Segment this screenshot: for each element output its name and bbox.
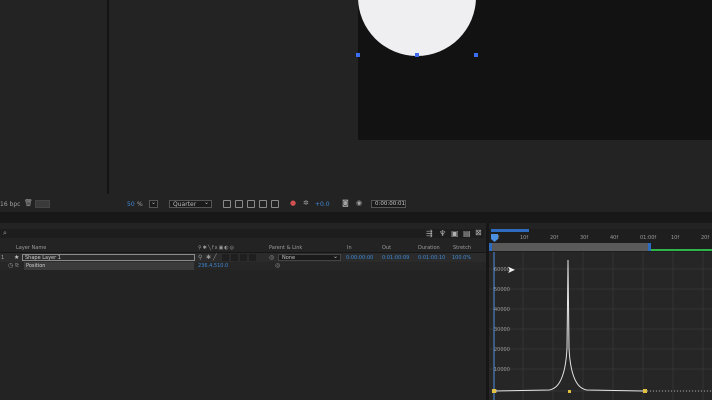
property-name: Position [26, 263, 46, 269]
keyframe-start[interactable] [492, 389, 496, 393]
resolution-value: Quarter [173, 201, 197, 208]
graph-value-label: 20000 [494, 347, 510, 353]
shy-layers-icon[interactable]: ▣ [451, 229, 459, 238]
layer-row[interactable]: 1 ★ Shape Layer 1 ⚲ ✱ ╱ ◎ None ⌄ 0:00:00… [0, 253, 488, 262]
pick-whip-icon[interactable]: ◎ [269, 254, 274, 261]
graph-editor-canvas: 6000050000400003000020000100000 [489, 252, 712, 400]
chevron-down-icon: ⌄ [332, 253, 338, 260]
adjustment-switch[interactable] [249, 254, 256, 261]
collapse-switch-icon[interactable]: ✱ [206, 254, 211, 261]
mouse-cursor-icon: ➤ [507, 265, 516, 276]
layer-index: 1 [1, 255, 5, 261]
timeline-search-field[interactable]: ⌕ [0, 229, 484, 238]
parent-link-header[interactable]: Parent & Link [269, 245, 302, 251]
property-pick-whip-icon[interactable]: ◎ [275, 262, 280, 269]
timeline-switches: ⇶ ♆ ▣ ▤ ⊠ [424, 228, 488, 239]
mask-visibility-icon[interactable] [247, 200, 255, 208]
work-area-start-handle[interactable] [489, 243, 492, 251]
project-panel [0, 0, 108, 212]
graph-editor-icon[interactable]: ⊠ [475, 228, 482, 237]
trash-icon[interactable]: 🗑 [24, 199, 33, 207]
frame-blend-switch[interactable] [231, 254, 238, 261]
navigator-bar[interactable] [491, 229, 529, 232]
transparency-grid-icon[interactable] [235, 200, 243, 208]
property-value[interactable]: 236.4,510.0 [198, 263, 228, 269]
switches-header-icons: ⚲✱╲fx▣◐◎ [198, 245, 236, 251]
shape-layer-star-icon: ★ [14, 254, 20, 261]
color-management-icon[interactable]: ● [290, 199, 296, 207]
color-swatch[interactable] [35, 200, 50, 208]
time-ruler[interactable]: 00f10f20f30f40f01:00f10f20f [489, 229, 712, 252]
work-area-end-handle[interactable] [648, 243, 651, 251]
layer-stretch[interactable]: 100.0% [452, 255, 471, 261]
shy-switch-icon[interactable]: ⚲ [198, 254, 202, 261]
graph-editor[interactable]: 6000050000400003000020000100000 [489, 252, 712, 400]
exposure-value[interactable]: +0.0 [315, 201, 330, 208]
out-header[interactable]: Out [382, 245, 391, 251]
bounding-handle[interactable] [474, 53, 478, 57]
frame-blending-icon[interactable]: ▤ [463, 229, 471, 238]
timecode-value: 0:00:00:01 [375, 201, 406, 207]
speed-graph-curve[interactable] [492, 259, 645, 392]
stretch-header[interactable]: Stretch [453, 245, 471, 251]
work-area-bar[interactable] [491, 243, 649, 251]
bpc-label[interactable]: 16 bpc [0, 201, 20, 208]
graph-value-label: 30000 [494, 327, 510, 333]
zoom-dropdown[interactable]: ⌄ [149, 199, 158, 208]
chevron-down-icon: ⌄ [203, 199, 209, 206]
composition-mini-flowchart-icon[interactable]: ⇶ [426, 229, 433, 238]
duration-header[interactable]: Duration [418, 245, 440, 251]
bounding-handle[interactable] [415, 53, 419, 57]
graph-value-label: 10000 [494, 367, 510, 373]
grid-guides-icon[interactable] [259, 200, 267, 208]
parent-value: None [282, 255, 296, 261]
search-icon: ⌕ [3, 229, 7, 237]
ruler-label: 40f [610, 235, 618, 241]
layer-column-headers: Layer Name ⚲✱╲fx▣◐◎ Parent & Link In Out… [0, 244, 488, 253]
show-snapshot-icon[interactable]: ◉ [356, 199, 362, 207]
stopwatch-icon[interactable]: ◷ [8, 262, 13, 269]
channel-icon[interactable] [271, 200, 279, 208]
quality-switch-icon[interactable]: ╱ [213, 254, 217, 261]
effect-switch[interactable] [222, 254, 229, 261]
timecode-field[interactable]: 0:00:00:01 [371, 200, 406, 208]
draft-3d-icon[interactable]: ♆ [439, 229, 446, 238]
layer-in-point[interactable]: 0:00:00:00 [346, 255, 373, 261]
ruler-label: 20f [701, 235, 709, 241]
ruler-label: 01:00f [640, 235, 656, 241]
parent-dropdown[interactable]: None ⌄ [278, 253, 341, 261]
exposure-reset-icon[interactable]: ✲ [303, 199, 309, 207]
viewer-toolbar: 16 bpc 🗑 50 % ⌄ Quarter ⌄ ● ✲ +0.0 ◙ ◉ 0… [0, 197, 712, 212]
zoom-unit: % [137, 201, 143, 208]
cached-frames-bar [651, 249, 712, 251]
region-of-interest-icon[interactable] [223, 200, 231, 208]
bounding-handle[interactable] [356, 53, 360, 57]
panel-divider[interactable] [107, 0, 109, 194]
panel-separator [0, 212, 712, 223]
snapshot-icon[interactable]: ◙ [342, 199, 349, 207]
layer-name-header[interactable]: Layer Name [16, 245, 46, 251]
ruler-label: 20f [550, 235, 558, 241]
graph-value-label: 40000 [494, 307, 510, 313]
property-row[interactable]: ◷ ⊵ Position 236.4,510.0 ◎ [0, 262, 488, 270]
layer-out-point[interactable]: 0:01:00:09 [382, 255, 409, 261]
keyframe-end[interactable] [643, 389, 647, 393]
property-highlight: Position [24, 262, 194, 270]
graph-value-label: 50000 [494, 287, 510, 293]
ruler-label: 10f [520, 235, 528, 241]
in-header[interactable]: In [347, 245, 352, 251]
layer-duration[interactable]: 0:01:00:10 [418, 255, 445, 261]
zoom-value[interactable]: 50 [127, 201, 135, 208]
resolution-dropdown[interactable]: Quarter ⌄ [169, 199, 212, 208]
ruler-label: 30f [580, 235, 588, 241]
time-ruler-graphic: 00f10f20f30f40f01:00f10f20f [489, 229, 712, 251]
ruler-label: 10f [671, 235, 679, 241]
motion-blur-switch[interactable] [240, 254, 247, 261]
graph-toggle-icon[interactable]: ⊵ [15, 262, 19, 268]
keyframe-handle[interactable] [568, 390, 571, 393]
layer-name-field[interactable]: Shape Layer 1 [22, 254, 195, 261]
layer-name: Shape Layer 1 [25, 255, 61, 261]
